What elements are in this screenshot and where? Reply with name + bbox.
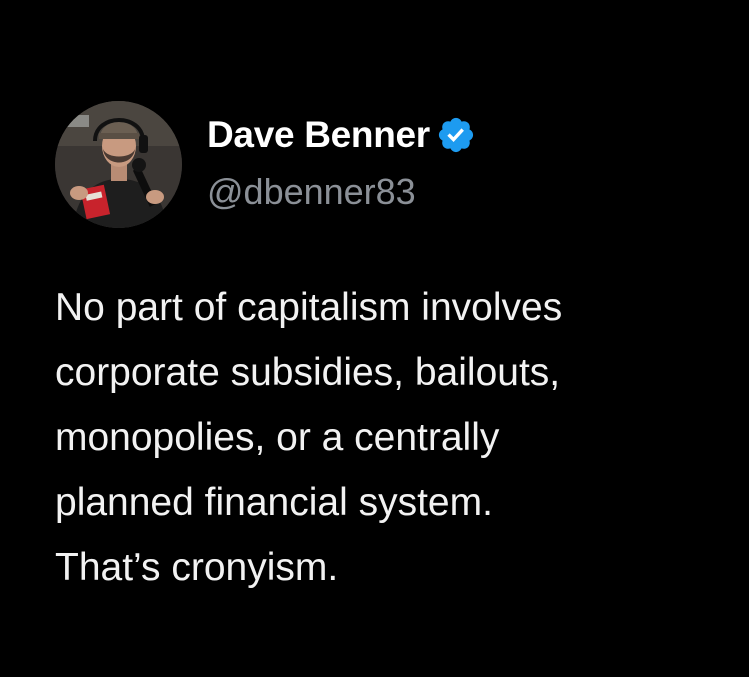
verified-badge-icon[interactable] <box>436 115 476 155</box>
avatar-photo <box>55 101 182 228</box>
avatar[interactable] <box>55 101 182 228</box>
author-handle[interactable]: @dbenner83 <box>207 170 416 214</box>
tweet-text: No part of capitalism involves corporate… <box>55 286 563 589</box>
author-display-name[interactable]: Dave Benner <box>207 112 430 158</box>
tweet-card: Dave Benner @dbenner83 No part of capita… <box>0 0 749 677</box>
author-name-row: Dave Benner <box>207 112 476 158</box>
